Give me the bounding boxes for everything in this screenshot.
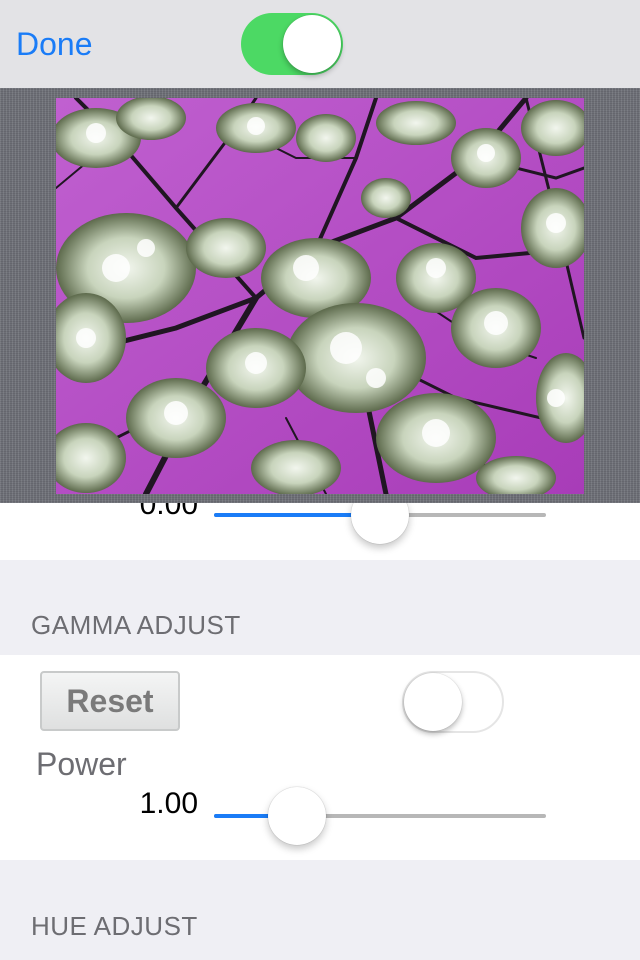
gamma-enable-toggle[interactable] bbox=[402, 671, 504, 733]
hue-section-header: HUE ADJUST bbox=[31, 911, 198, 941]
toggle-knob bbox=[283, 15, 341, 73]
gamma-reset-button[interactable]: Reset bbox=[40, 671, 180, 731]
filter-enable-toggle[interactable] bbox=[241, 13, 343, 75]
preview-panel bbox=[0, 88, 640, 503]
slider-thumb[interactable] bbox=[268, 787, 326, 845]
power-label: Power bbox=[36, 746, 127, 782]
navigation-bar: Done bbox=[0, 0, 640, 88]
cherry-blossom-image bbox=[56, 98, 584, 494]
power-value: 1.00 bbox=[139, 787, 198, 820]
done-button[interactable]: Done bbox=[16, 24, 93, 64]
toggle-knob bbox=[404, 673, 462, 731]
top-slider[interactable] bbox=[214, 486, 546, 544]
filtered-photo bbox=[56, 98, 584, 494]
gamma-section-header: GAMMA ADJUST bbox=[31, 610, 241, 640]
power-slider[interactable] bbox=[214, 787, 546, 845]
